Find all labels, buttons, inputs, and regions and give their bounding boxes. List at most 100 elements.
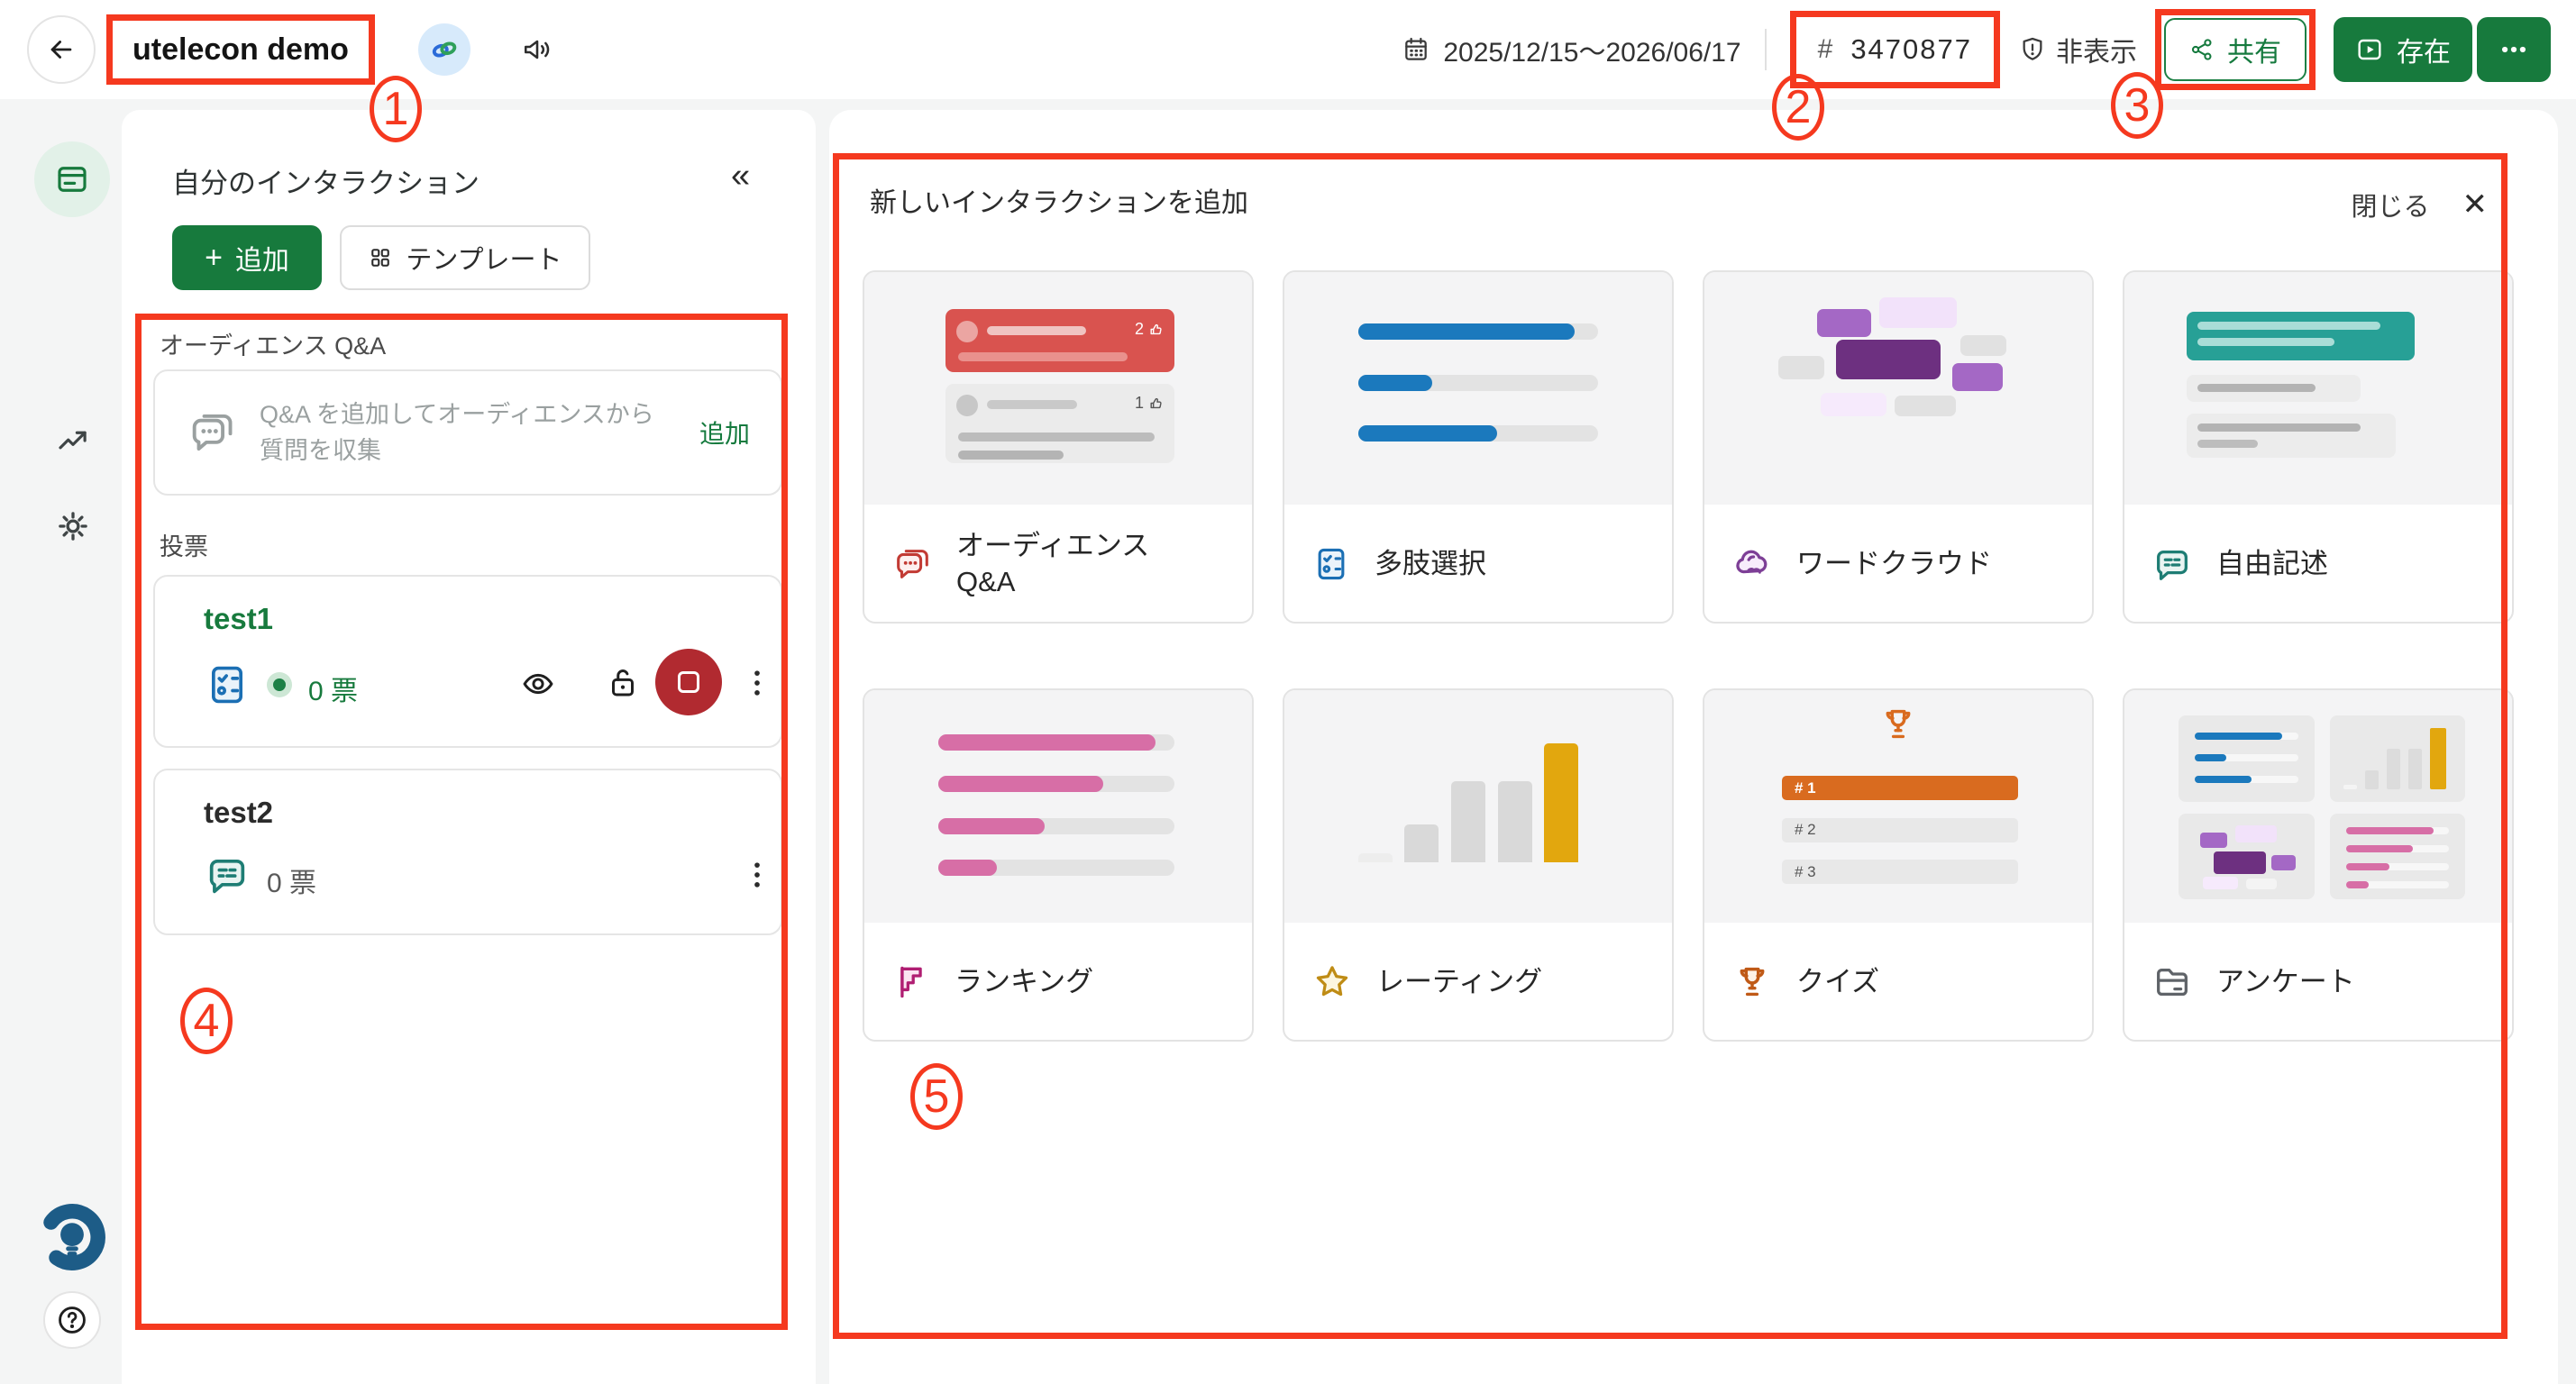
type-card-survey[interactable]: アンケート [2123,688,2514,1042]
type-card-label: オーディエンス Q&A [956,528,1182,601]
add-interaction-panel: 新しいインタラクションを追加 閉じる ✕ 2 [829,110,2558,1384]
hide-toggle[interactable]: 非表示 [2018,30,2137,69]
back-button[interactable] [27,15,96,84]
rail-item-settings[interactable] [53,506,93,546]
share-button[interactable]: 共有 [2164,18,2307,81]
arrow-left-icon [46,34,77,65]
quiz-rank-2: # 2 [1782,818,2018,842]
present-split-button: 存在 [2334,17,2551,82]
present-button[interactable]: 存在 [2334,17,2472,82]
type-card-label: ランキング [955,964,1093,1000]
template-button[interactable]: テンプレート [340,225,590,290]
multiple-choice-icon [1311,543,1351,585]
type-card-ranking[interactable]: ランキング [863,688,1254,1042]
annotation-badge-4: 4 [180,988,233,1054]
qa-add-link[interactable]: 追加 [699,414,750,451]
interaction-card-test1[interactable]: test1 0 票 [153,575,782,748]
interaction-type-grid: 2 1 [863,270,2514,1042]
qa-section-label: オーディエンス Q&A [160,326,386,361]
quiz-illustration: # 1 # 2 # 3 [1704,690,2092,923]
vote-section-label: 投票 [160,527,208,562]
type-card-label: ワードクラウド [1796,546,1992,582]
annotation-badge-2: 2 [1772,74,1824,141]
survey-mini-wordcloud [2179,814,2315,899]
rail-item-interactions[interactable] [34,141,110,217]
interaction-title[interactable]: test1 [204,602,273,636]
unlock-icon[interactable] [604,663,642,701]
present-label: 存在 [2397,30,2451,69]
help-button[interactable] [43,1291,101,1349]
interactions-panel: 自分のインタラクション « + 追加 テンプレート オーディエンス Q&A Q&… [122,110,816,1384]
close-label[interactable]: 閉じる [2351,186,2429,223]
word-cloud-illustration [1704,272,2092,505]
type-card-quiz[interactable]: # 1 # 2 # 3 クイズ [1703,688,2094,1042]
annotation-badge-1: 1 [370,76,422,142]
star-icon [1311,961,1353,1003]
trophy-icon [1731,961,1773,1003]
ranking-steps-icon [891,961,931,1003]
top-bar-right: 2025/12/15〜2026/06/17 # 3470877 非表示 共有 [1402,0,2551,99]
multiple-choice-icon [204,660,251,710]
stop-button[interactable] [655,649,722,715]
multiple-choice-illustration [1284,272,1672,505]
type-card-label-row: 自由記述 [2124,505,2512,624]
shield-alert-icon [2018,35,2047,64]
upvote-count: 1 [1135,394,1164,413]
type-card-label: レーティング [1376,964,1542,1000]
annotation-box-2: # 3470877 [1790,11,2000,88]
presentation-title[interactable]: utelecon demo [132,32,349,68]
close-group: 閉じる ✕ [2351,186,2488,223]
panel-title: 自分のインタラクション [172,160,480,201]
type-card-audience-qa[interactable]: 2 1 [863,270,1254,624]
type-card-label: 自由記述 [2216,546,2328,582]
rating-illustration [1284,690,1672,923]
type-card-label-row: クイズ [1704,923,2092,1042]
gear-icon [53,506,93,546]
add-interaction-button[interactable]: + 追加 [172,225,322,290]
type-card-label-row: オーディエンス Q&A [864,505,1252,624]
survey-mini-bars [2179,715,2315,801]
rail-item-trends[interactable] [54,422,92,460]
qa-red-card: 2 [945,309,1174,372]
annotation-badge-3: 3 [2111,72,2163,139]
interaction-title[interactable]: test2 [204,796,273,830]
vote-count: 0 票 [308,669,358,708]
type-card-label-row: レーティング [1284,923,1672,1042]
close-icon[interactable]: ✕ [2462,189,2489,220]
date-range-group[interactable]: 2025/12/15〜2026/06/17 [1402,30,1740,69]
type-card-open-ended[interactable]: 自由記述 [2123,270,2514,624]
top-bar-left: utelecon demo [0,14,553,85]
type-card-multiple-choice[interactable]: 多肢選択 [1283,270,1674,624]
share-nodes-icon [2189,37,2215,62]
webex-integration-badge [418,23,470,76]
kebab-menu-icon[interactable] [739,857,775,893]
interaction-card-test2[interactable]: test2 0 票 [153,769,782,935]
more-options-button[interactable] [2477,17,2551,82]
survey-illustration [2124,690,2512,923]
plus-icon: + [205,241,223,276]
presentation-card-icon [53,160,91,198]
trophy-icon [1877,704,1919,745]
bulb-ring-logo-icon [33,1198,111,1276]
share-label: 共有 [2227,30,2281,69]
collapse-panel-button[interactable]: « [731,157,750,196]
webex-logo-icon [428,33,461,66]
cloud-icon [1731,543,1773,585]
kebab-menu-icon[interactable] [739,665,775,701]
qa-illustration: 2 1 [864,272,1252,505]
announcement-icon[interactable] [521,33,553,66]
qa-bubbles-icon [891,543,933,585]
open-ended-icon [2151,543,2193,585]
stop-icon [678,671,699,693]
eye-icon[interactable] [519,665,557,703]
room-number[interactable]: 3470877 [1850,33,1972,66]
annotation-box-3: 共有 [2155,9,2316,90]
type-card-word-cloud[interactable]: ワードクラウド [1703,270,2094,624]
type-card-label: アンケート [2216,964,2355,1000]
template-grid-icon [368,245,393,270]
room-number-hash: # [1818,34,1833,65]
qa-gray-card: 1 [945,384,1174,463]
question-circle-icon [55,1303,89,1337]
divider [1765,29,1767,70]
type-card-rating[interactable]: レーティング [1283,688,1674,1042]
